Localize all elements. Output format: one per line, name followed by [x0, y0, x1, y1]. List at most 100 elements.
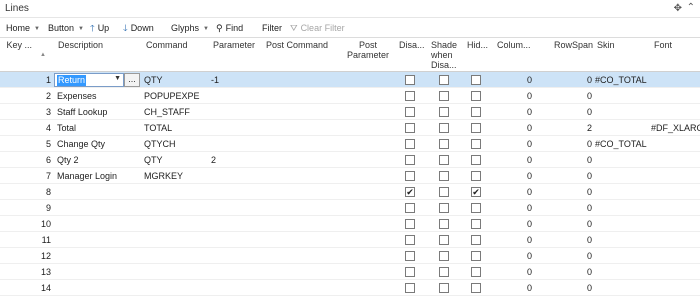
shade-when-disabled-checkbox[interactable]	[439, 123, 449, 133]
row-parameter[interactable]	[211, 123, 261, 134]
row-rowspan[interactable]: 0	[560, 139, 592, 150]
row-parameter[interactable]	[211, 171, 261, 182]
disabled-checkbox[interactable]	[405, 219, 415, 229]
row-command[interactable]	[144, 283, 204, 294]
row-description[interactable]: Staff Lookup	[57, 107, 137, 118]
hidden-checkbox[interactable]	[471, 219, 481, 229]
row-command[interactable]: CH_STAFF	[144, 107, 204, 118]
row-column[interactable]: 0	[505, 91, 532, 102]
row-skin[interactable]	[595, 219, 653, 230]
row-command[interactable]	[144, 187, 204, 198]
row-font[interactable]	[651, 139, 700, 150]
col-header-font[interactable]: Font	[654, 40, 672, 50]
col-header-disabled[interactable]: Disa...	[399, 40, 425, 50]
down-button[interactable]: 🡓 Down	[123, 22, 154, 35]
shade-when-disabled-checkbox[interactable]	[439, 171, 449, 181]
row-description[interactable]	[57, 283, 137, 294]
row-rowspan[interactable]: 0	[560, 251, 592, 262]
table-row[interactable]: 7 Manager Login MGRKEY 0 0	[0, 168, 700, 184]
row-column[interactable]: 0	[505, 267, 532, 278]
row-font[interactable]	[651, 235, 700, 246]
row-skin[interactable]	[595, 91, 653, 102]
col-header-post-parameter[interactable]: Post Parameter	[344, 40, 392, 60]
gear-icon[interactable]: ✥	[674, 3, 682, 14]
table-row[interactable]: 8 ✔ ✔ 0 0	[0, 184, 700, 200]
row-command[interactable]: MGRKEY	[144, 171, 204, 182]
row-parameter[interactable]: -1	[211, 75, 261, 86]
row-description[interactable]: Manager Login	[57, 171, 137, 182]
up-button[interactable]: 🡑 Up	[90, 22, 109, 35]
row-skin[interactable]: #CO_TOTAL	[595, 139, 653, 150]
row-command[interactable]	[144, 235, 204, 246]
row-command[interactable]	[144, 267, 204, 278]
disabled-checkbox[interactable]	[405, 267, 415, 277]
table-row[interactable]: 9 0 0	[0, 200, 700, 216]
glyphs-menu[interactable]: Glyphs ▼	[171, 22, 209, 35]
table-row[interactable]: 3 Staff Lookup CH_STAFF 0 0	[0, 104, 700, 120]
row-rowspan[interactable]: 0	[560, 203, 592, 214]
row-parameter[interactable]	[211, 187, 261, 198]
hidden-checkbox[interactable]	[471, 91, 481, 101]
filter-button[interactable]: Filter	[262, 22, 282, 35]
row-rowspan[interactable]: 0	[560, 235, 592, 246]
row-font[interactable]	[651, 187, 700, 198]
row-font[interactable]	[651, 91, 700, 102]
hidden-checkbox[interactable]	[471, 123, 481, 133]
row-rowspan[interactable]: 0	[560, 91, 592, 102]
row-skin[interactable]	[595, 107, 653, 118]
col-header-skin[interactable]: Skin	[597, 40, 615, 50]
row-command[interactable]	[144, 203, 204, 214]
chevron-up-icon[interactable]: ⌃	[687, 2, 695, 13]
row-skin[interactable]: #CO_TOTAL	[595, 75, 653, 86]
shade-when-disabled-checkbox[interactable]	[439, 283, 449, 293]
row-parameter[interactable]	[211, 267, 261, 278]
col-header-parameter[interactable]: Parameter	[213, 40, 255, 50]
row-column[interactable]: 0	[505, 235, 532, 246]
row-column[interactable]: 0	[505, 139, 532, 150]
row-parameter[interactable]: 2	[211, 155, 261, 166]
shade-when-disabled-checkbox[interactable]	[439, 251, 449, 261]
row-description[interactable]	[57, 235, 137, 246]
shade-when-disabled-checkbox[interactable]	[439, 219, 449, 229]
chevron-down-icon[interactable]: ▼	[114, 75, 121, 82]
row-command[interactable]	[144, 219, 204, 230]
home-menu[interactable]: Home ▼	[6, 22, 40, 35]
row-description[interactable]	[57, 219, 137, 230]
hidden-checkbox[interactable]: ✔	[471, 187, 481, 197]
row-parameter[interactable]	[211, 107, 261, 118]
row-skin[interactable]	[595, 171, 653, 182]
table-row[interactable]: 11 0 0	[0, 232, 700, 248]
row-rowspan[interactable]: 0	[560, 219, 592, 230]
disabled-checkbox[interactable]	[405, 123, 415, 133]
shade-when-disabled-checkbox[interactable]	[439, 91, 449, 101]
row-font[interactable]	[651, 155, 700, 166]
row-rowspan[interactable]: 2	[560, 123, 592, 134]
hidden-checkbox[interactable]	[471, 235, 481, 245]
row-skin[interactable]	[595, 203, 653, 214]
row-skin[interactable]	[595, 267, 653, 278]
shade-when-disabled-checkbox[interactable]	[439, 75, 449, 85]
row-rowspan[interactable]: 0	[560, 187, 592, 198]
row-font[interactable]	[651, 267, 700, 278]
shade-when-disabled-checkbox[interactable]	[439, 139, 449, 149]
disabled-checkbox[interactable]	[405, 75, 415, 85]
shade-when-disabled-checkbox[interactable]	[439, 203, 449, 213]
row-description[interactable]	[57, 203, 137, 214]
row-column[interactable]: 0	[505, 203, 532, 214]
hidden-checkbox[interactable]	[471, 251, 481, 261]
shade-when-disabled-checkbox[interactable]	[439, 107, 449, 117]
hidden-checkbox[interactable]	[471, 107, 481, 117]
col-header-key[interactable]: Key ...	[6, 40, 32, 50]
row-font[interactable]	[651, 203, 700, 214]
row-column[interactable]: 0	[505, 219, 532, 230]
row-font[interactable]	[651, 283, 700, 294]
row-parameter[interactable]	[211, 283, 261, 294]
row-parameter[interactable]	[211, 219, 261, 230]
table-row[interactable]: 2 Expenses POPUPEXPE 0 0	[0, 88, 700, 104]
col-header-hidden[interactable]: Hid...	[467, 40, 488, 50]
row-rowspan[interactable]: 0	[560, 283, 592, 294]
row-font[interactable]: #DF_XLARGE	[651, 123, 700, 134]
row-column[interactable]: 0	[505, 107, 532, 118]
col-header-command[interactable]: Command	[146, 40, 188, 50]
row-description[interactable]	[57, 267, 137, 278]
